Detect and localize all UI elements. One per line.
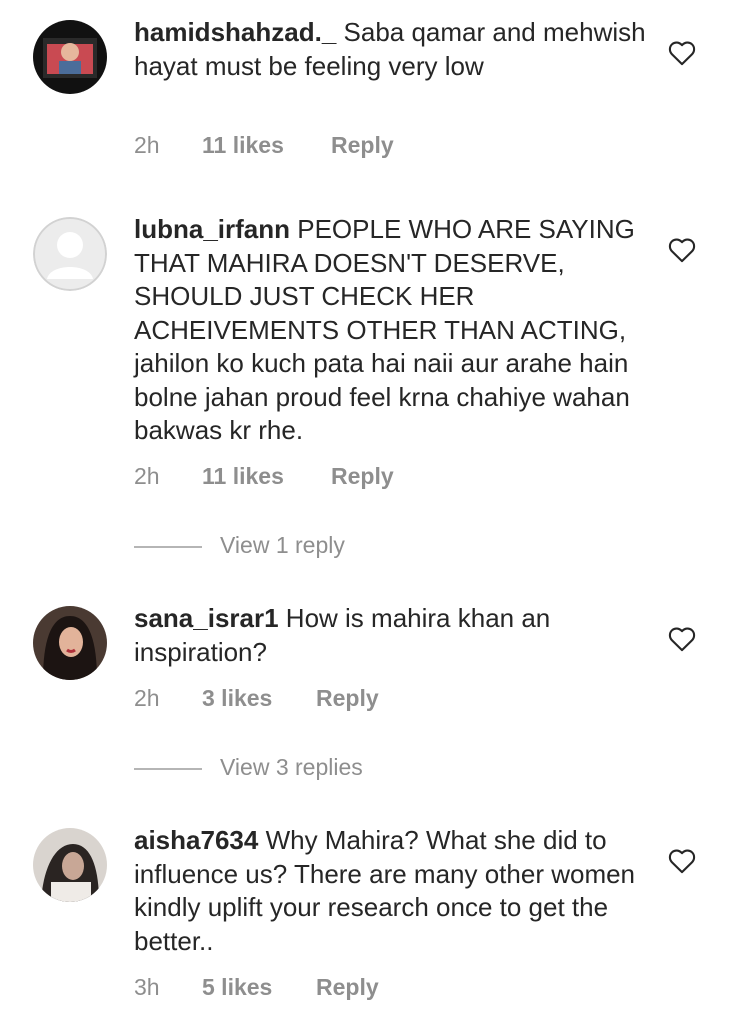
comment-username[interactable]: lubna_irfann: [134, 214, 290, 244]
comment-body: aisha7634 Why Mahira? What she did to in…: [134, 824, 654, 958]
reply-button[interactable]: Reply: [331, 463, 394, 490]
reply-button[interactable]: Reply: [316, 974, 379, 1001]
heart-outline-icon[interactable]: [668, 237, 696, 263]
avatar[interactable]: [33, 606, 107, 680]
view-replies-label[interactable]: View 3 replies: [220, 754, 363, 781]
heart-outline-icon[interactable]: [668, 40, 696, 66]
comment-body: sana_israr1 How is mahira khan an inspir…: [134, 602, 654, 669]
replies-divider: [134, 546, 202, 548]
view-replies-label[interactable]: View 1 reply: [220, 532, 345, 559]
comment-username[interactable]: sana_israr1: [134, 603, 279, 633]
reply-button[interactable]: Reply: [316, 685, 379, 712]
replies-divider: [134, 768, 202, 770]
avatar[interactable]: [33, 217, 107, 291]
comment-likes[interactable]: 11 likes: [202, 463, 284, 490]
comment-time: 2h: [134, 463, 160, 489]
reply-button[interactable]: Reply: [331, 132, 394, 159]
comment-time: 3h: [134, 974, 160, 1000]
comment-likes[interactable]: 11 likes: [202, 132, 284, 159]
heart-outline-icon[interactable]: [668, 626, 696, 652]
comment-likes[interactable]: 5 likes: [202, 974, 272, 1001]
comment-body: hamidshahzad._ Saba qamar and mehwish ha…: [134, 16, 654, 83]
avatar[interactable]: [33, 20, 107, 94]
comment-time: 2h: [134, 132, 160, 158]
heart-outline-icon[interactable]: [668, 848, 696, 874]
comment-time: 2h: [134, 685, 160, 711]
avatar[interactable]: [33, 828, 107, 902]
comment-username[interactable]: hamidshahzad._: [134, 17, 336, 47]
comment-likes[interactable]: 3 likes: [202, 685, 272, 712]
comment-text: PEOPLE WHO ARE SAYING THAT MAHIRA DOESN'…: [134, 214, 635, 445]
comment-username[interactable]: aisha7634: [134, 825, 258, 855]
comment-body: lubna_irfann PEOPLE WHO ARE SAYING THAT …: [134, 213, 654, 448]
